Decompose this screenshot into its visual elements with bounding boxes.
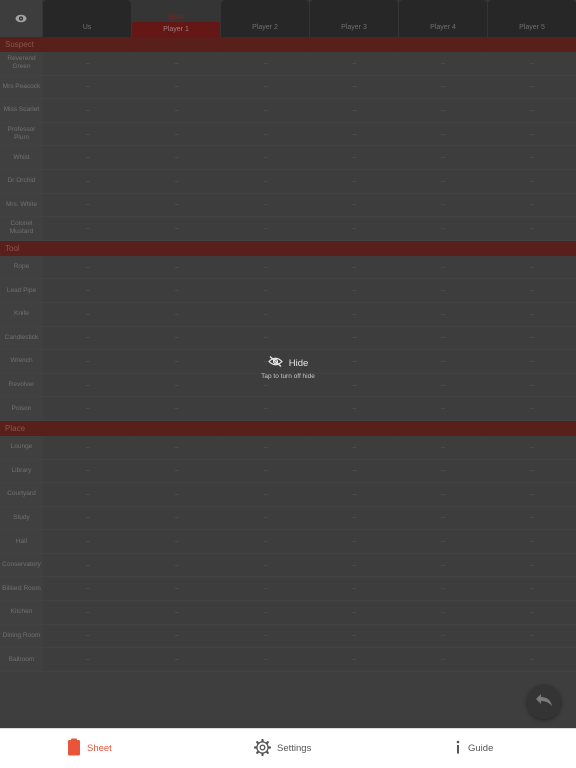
nav-settings[interactable]: Settings: [253, 729, 312, 768]
nav-sheet[interactable]: Sheet: [67, 729, 112, 768]
nav-guide-label: Guide: [468, 743, 494, 754]
nav-guide[interactable]: Guide: [454, 729, 493, 768]
app-root: Us SEAN Player 1 Player 2 Player 3 Player 4 Pl…: [0, 0, 576, 768]
hide-subtitle: Tap to turn off hide: [261, 373, 315, 380]
hide-indicator[interactable]: Hide Tap to turn off hide: [238, 356, 338, 388]
bottom-tab-bar: Sheet Settings Guide: [0, 728, 576, 768]
hide-overlay[interactable]: Hide Tap to turn off hide: [0, 0, 576, 728]
eye-slash-icon: [267, 356, 283, 370]
nav-sheet-label: Sheet: [87, 743, 112, 754]
gear-icon: [253, 738, 272, 759]
info-icon: [454, 740, 462, 757]
nav-settings-label: Settings: [277, 743, 312, 754]
undo-arrow-icon: [535, 693, 553, 712]
hide-title: Hide: [288, 357, 309, 369]
undo-button[interactable]: [527, 685, 561, 719]
clipboard-icon: [67, 738, 81, 759]
